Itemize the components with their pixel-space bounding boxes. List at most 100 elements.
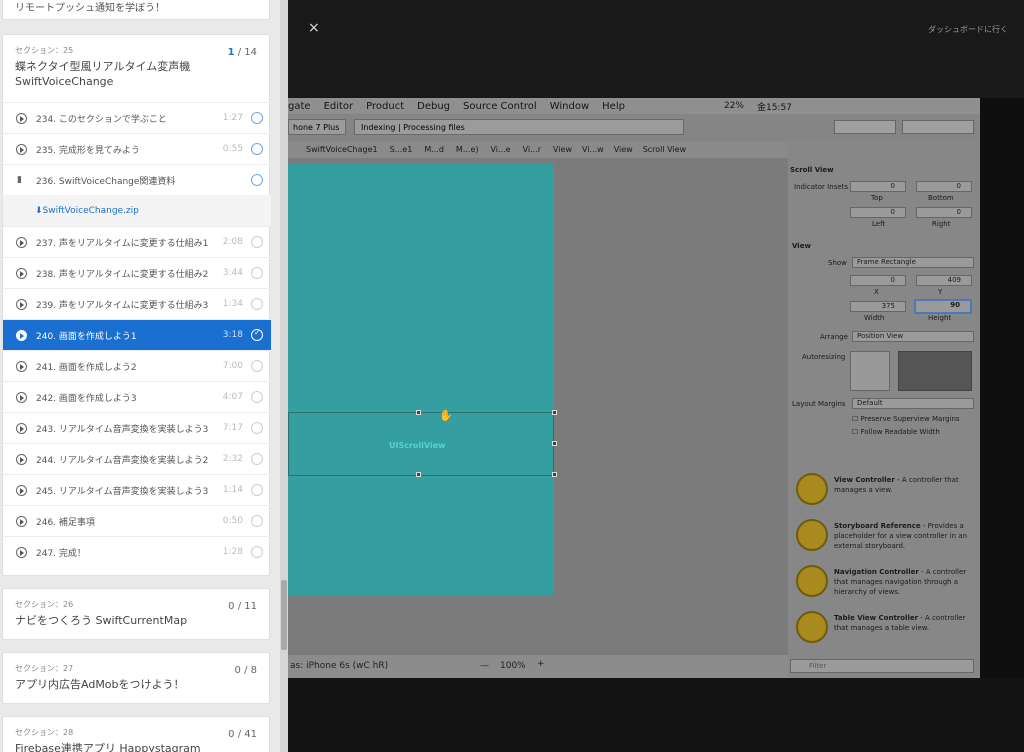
section-progress: 0 / 8 <box>234 665 257 676</box>
library-object: Table View Controller - A controller tha… <box>834 614 966 632</box>
inset-bottom-field: 0 <box>916 181 972 192</box>
lecture-title: 245. リアルタイム音声変換を実装しよう3 <box>36 486 209 497</box>
storyboard-canvas: UIScrollView ✋ <box>288 158 788 655</box>
completion-check-icon[interactable] <box>251 515 263 527</box>
lecture-item[interactable]: 238. 声をリアルタイムに変更する仕組み2 3:44 <box>3 257 271 288</box>
resize-handle <box>552 441 557 446</box>
show-label: Show <box>828 259 847 267</box>
crumb: M...e) <box>455 145 479 154</box>
jump-bar: SwiftVoiceChage1 S...e1 M...d M...e) Vi.… <box>288 141 788 158</box>
zoom-out-icon: — <box>480 661 489 671</box>
player-header <box>288 0 1024 98</box>
completion-check-icon[interactable] <box>251 236 263 248</box>
completion-check-icon[interactable] <box>251 422 263 434</box>
completion-check-icon[interactable] <box>251 112 263 124</box>
resource-download-link[interactable]: ⬇ SwiftVoiceChange.zip <box>3 195 271 226</box>
lecture-item[interactable]: 235. 完成形を見てみよう 0:55 <box>3 133 271 164</box>
section-title: ナビをつくろう SwiftCurrentMap <box>15 614 188 627</box>
completion-check-icon[interactable] <box>251 329 263 341</box>
lecture-item[interactable]: 247. 完成！ 1:28 <box>3 536 271 567</box>
height-label: Height <box>928 314 952 322</box>
lecture-title: 244. リアルタイム音声変換を実装しよう2 <box>36 455 209 466</box>
bottom-label: Bottom <box>928 194 954 202</box>
zoom-in-icon: + <box>537 659 545 669</box>
lecture-duration: 3:44 <box>222 268 243 278</box>
lecture-duration: 4:07 <box>222 392 243 402</box>
play-icon <box>16 267 27 279</box>
section-card-27[interactable]: セクション：27 0 / 8 アプリ内広告AdMobをつけよう！ <box>2 652 270 704</box>
library-object-icon <box>796 611 828 643</box>
lecture-title: 234. このセクションで学ぶこと <box>36 114 167 125</box>
lecture-duration: 7:00 <box>222 361 243 371</box>
lecture-item[interactable]: 243. リアルタイム音声変換を実装しよう3 7:17 <box>3 412 271 443</box>
indicator-insets-label: Indicator Insets <box>794 183 849 191</box>
frame-y-field: 409 <box>916 275 972 286</box>
video-frame[interactable]: gate Editor Product Debug Source Control… <box>288 98 980 678</box>
video-letterbox <box>980 98 1024 678</box>
lecture-duration: 2:32 <box>222 454 243 464</box>
frame-height-field: 90 <box>914 299 972 314</box>
crumb: Vi...e <box>490 145 511 154</box>
completion-check-icon[interactable] <box>251 453 263 465</box>
scrollbar-thumb[interactable] <box>281 580 287 650</box>
play-icon <box>16 143 27 155</box>
arrange-select: Position View <box>852 331 974 342</box>
right-label: Right <box>932 220 951 228</box>
lecture-item[interactable]: ▮ 236. SwiftVoiceChange関連資料 <box>3 164 271 195</box>
y-label: Y <box>938 288 943 296</box>
menu-item: Source Control <box>463 100 537 112</box>
lecture-title: 243. リアルタイム音声変換を実装しよう3 <box>36 424 209 435</box>
completion-check-icon[interactable] <box>251 298 263 310</box>
battery-status: 22% <box>723 101 744 111</box>
menu-item: Product <box>366 100 405 112</box>
lecture-item[interactable]: 241. 画面を作成しよう2 7:00 <box>3 350 271 381</box>
play-icon <box>16 484 27 496</box>
play-icon <box>16 360 27 372</box>
sidebar-scrollbar[interactable] <box>280 0 288 752</box>
completion-check-icon[interactable] <box>251 546 263 558</box>
scheme-selector: hone 7 Plus <box>288 119 346 135</box>
completion-check-icon[interactable] <box>251 267 263 279</box>
lecture-title: 246. 補足事項 <box>36 517 95 528</box>
arrange-label: Arrange <box>820 333 848 341</box>
completion-check-icon[interactable] <box>251 143 263 155</box>
section-card-26[interactable]: セクション：26 0 / 11 ナビをつくろう SwiftCurrentMap <box>2 588 270 640</box>
section-header[interactable]: セクション：25 1 / 14 蝶ネクタイ型風リアルタイム変声機 SwiftVo… <box>3 35 269 89</box>
section-card-prev[interactable]: リモートプッシュ通知を学ぼう！ <box>2 0 270 20</box>
lecture-item[interactable]: 239. 声をリアルタイムに変更する仕組み3 1:34 <box>3 288 271 319</box>
lecture-title: 247. 完成！ <box>36 548 86 559</box>
lecture-item[interactable]: 244. リアルタイム音声変換を実装しよう2 2:32 <box>3 443 271 474</box>
lecture-item[interactable]: 246. 補足事項 0:50 <box>3 505 271 536</box>
lecture-item[interactable]: 234. このセクションで学ぶこと 1:27 <box>3 102 271 133</box>
play-icon <box>16 453 27 465</box>
section-card-28[interactable]: セクション：28 0 / 41 Firebase連携アプリ Happystagr… <box>2 716 270 752</box>
canvas-bottom-bar: as: iPhone 6s (wC hR) — 100% + <box>288 655 788 678</box>
lecture-duration: 1:34 <box>222 299 243 309</box>
crumb: View <box>553 145 572 154</box>
lecture-item[interactable]: 240. 画面を作成しよう1 3:18 <box>3 319 271 350</box>
crumb: M...d <box>424 145 444 154</box>
section-label: セクション：26 <box>15 600 74 609</box>
lecture-duration: 1:14 <box>222 485 243 495</box>
completion-check-icon[interactable] <box>251 391 263 403</box>
close-icon[interactable]: × <box>308 20 320 36</box>
library-object-icon <box>796 473 828 505</box>
attributes-inspector: Scroll View Indicator Insets 0 0 Top Bot… <box>788 141 980 678</box>
completion-check-icon[interactable] <box>251 484 263 496</box>
inset-right-field: 0 <box>916 207 972 218</box>
play-icon <box>16 329 27 341</box>
lecture-item[interactable]: 245. リアルタイム音声変換を実装しよう3 1:14 <box>3 474 271 505</box>
play-icon <box>16 515 27 527</box>
crumb: S...e1 <box>389 145 413 154</box>
dashboard-link[interactable]: ダッシュボードに行く <box>928 24 1008 35</box>
lecture-item[interactable]: 242. 画面を作成しよう3 4:07 <box>3 381 271 412</box>
zip-filename: SwiftVoiceChange.zip <box>42 205 139 216</box>
view-header: View <box>792 242 811 250</box>
xcode-toolbar: hone 7 Plus Indexing | Processing files <box>288 114 980 141</box>
completion-check-icon[interactable] <box>251 174 263 186</box>
play-icon <box>16 546 27 558</box>
resize-handle <box>416 472 421 477</box>
crumb: View <box>613 145 633 154</box>
lecture-item[interactable]: 237. 声をリアルタイムに変更する仕組み1 2:08 <box>3 226 271 257</box>
completion-check-icon[interactable] <box>251 360 263 372</box>
